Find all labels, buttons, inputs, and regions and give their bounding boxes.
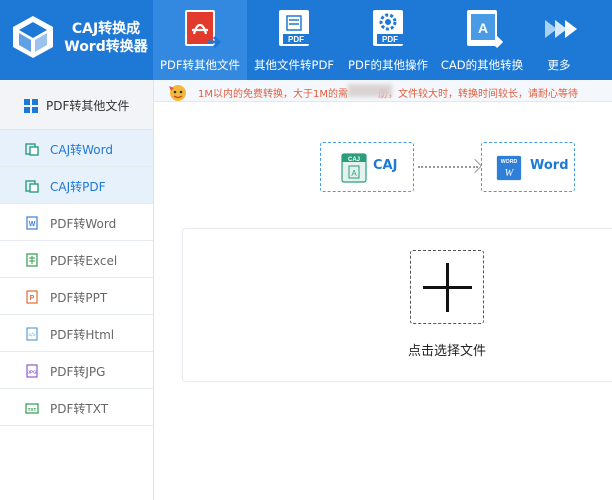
target-format-label: Word xyxy=(530,158,569,173)
caj-icon xyxy=(25,143,39,156)
nav-label: CAD的其他转换 xyxy=(440,58,524,72)
main-nav: PDF转其他文件 PDF 其他文件转PDF PDF PDF的其他操作 A CAD… xyxy=(153,0,589,80)
svg-text:JPG: JPG xyxy=(27,370,37,375)
nav-label: PDF的其他操作 xyxy=(348,58,428,72)
svg-text:W: W xyxy=(29,221,36,228)
sidebar-item-label: CAJ转PDF xyxy=(50,180,106,194)
nav-label: 更多 xyxy=(547,58,571,72)
nav-pdf-to-other[interactable]: PDF转其他文件 xyxy=(153,0,247,80)
target-format-box: WORD W Word xyxy=(481,142,575,192)
svg-text:P: P xyxy=(30,295,35,302)
nav-more[interactable]: 更多 xyxy=(529,0,589,80)
flow-arrow-icon xyxy=(467,158,483,174)
svg-text:PDF: PDF xyxy=(382,35,398,44)
sidebar-item-pdf-to-word[interactable]: W PDF转Word xyxy=(0,204,153,241)
caj-file-icon: CAJ A xyxy=(341,153,367,183)
target-badge: WORD xyxy=(501,159,518,165)
nav-label: 其他文件转PDF xyxy=(254,58,334,72)
sidebar-item-pdf-to-html[interactable]: </> PDF转Html xyxy=(0,315,153,352)
sidebar-header-label: PDF转其他文件 xyxy=(46,99,130,113)
redacted-region xyxy=(348,84,392,97)
source-format-label: CAJ xyxy=(373,158,398,173)
svg-text:W: W xyxy=(505,168,515,179)
mascot-icon xyxy=(169,85,186,101)
svg-text:A: A xyxy=(351,169,357,178)
sidebar-item-label: PDF转TXT xyxy=(50,402,109,416)
notice-bar: 1M以内的免费转换，大于1M的需 册，文件较大时，转换时间较长，请耐心等待 xyxy=(154,80,612,102)
nav-label: PDF转其他文件 xyxy=(160,58,240,72)
source-format-box: CAJ A CAJ xyxy=(320,142,414,192)
sidebar-item-label: PDF转Excel xyxy=(50,254,118,268)
add-file-button[interactable] xyxy=(410,250,484,324)
jpg-icon: JPG xyxy=(26,364,38,378)
app-title-line1: CAJ转换成 xyxy=(71,21,141,37)
sidebar-item-caj-to-word[interactable]: CAJ转Word xyxy=(0,130,153,167)
sidebar-item-pdf-to-excel[interactable]: PDF转Excel xyxy=(0,241,153,278)
excel-icon xyxy=(26,253,38,267)
word-file-icon: WORD W xyxy=(496,155,522,181)
cad-convert-icon: A xyxy=(467,10,503,49)
html-icon: </> xyxy=(26,327,38,341)
svg-text:PDF: PDF xyxy=(288,35,304,44)
sidebar-item-pdf-to-jpg[interactable]: JPG PDF转JPG xyxy=(0,352,153,389)
sidebar-item-caj-to-pdf[interactable]: CAJ转PDF xyxy=(0,167,153,204)
pdf-export-icon xyxy=(185,10,221,49)
word-icon: W xyxy=(26,216,38,230)
doc-to-pdf-icon: PDF xyxy=(279,10,309,46)
nav-pdf-operations[interactable]: PDF PDF的其他操作 xyxy=(341,0,435,80)
select-file-label[interactable]: 点击选择文件 xyxy=(390,340,504,359)
sidebar-item-label: PDF转Word xyxy=(50,217,117,231)
nav-cad-convert[interactable]: A CAD的其他转换 xyxy=(435,0,529,80)
sidebar-header: PDF转其他文件 xyxy=(0,80,153,130)
top-toolbar: CAJ转换成 Word转换器 PDF转其他文件 PDF 其他文件转PDF PDF… xyxy=(0,0,612,80)
ppt-icon: P xyxy=(26,290,38,304)
sidebar-item-label: PDF转JPG xyxy=(50,365,106,379)
app-logo-icon xyxy=(13,16,53,58)
double-arrow-icon xyxy=(545,20,577,38)
txt-icon: TXT xyxy=(25,403,39,414)
sidebar: PDF转其他文件 CAJ转Word CAJ转PDF W PDF转Word PDF… xyxy=(0,80,154,500)
sidebar-item-label: PDF转PPT xyxy=(50,291,108,305)
svg-text:TXT: TXT xyxy=(28,407,37,412)
sidebar-item-label: CAJ转Word xyxy=(50,143,113,157)
nav-other-to-pdf[interactable]: PDF 其他文件转PDF xyxy=(247,0,341,80)
grid-icon xyxy=(24,99,38,113)
svg-text:A: A xyxy=(478,20,488,36)
source-badge: CAJ xyxy=(348,157,360,163)
pdf-settings-icon: PDF xyxy=(373,10,403,46)
app-title-line2: Word转换器 xyxy=(64,39,148,55)
svg-text:</>: </> xyxy=(28,333,35,339)
plus-icon xyxy=(446,263,449,312)
app-title: CAJ转换成 Word转换器 xyxy=(62,20,150,56)
caj-icon xyxy=(25,180,39,193)
sidebar-item-pdf-to-txt[interactable]: TXT PDF转TXT xyxy=(0,389,153,426)
sidebar-item-label: PDF转Html xyxy=(50,328,115,342)
sidebar-item-pdf-to-ppt[interactable]: P PDF转PPT xyxy=(0,278,153,315)
